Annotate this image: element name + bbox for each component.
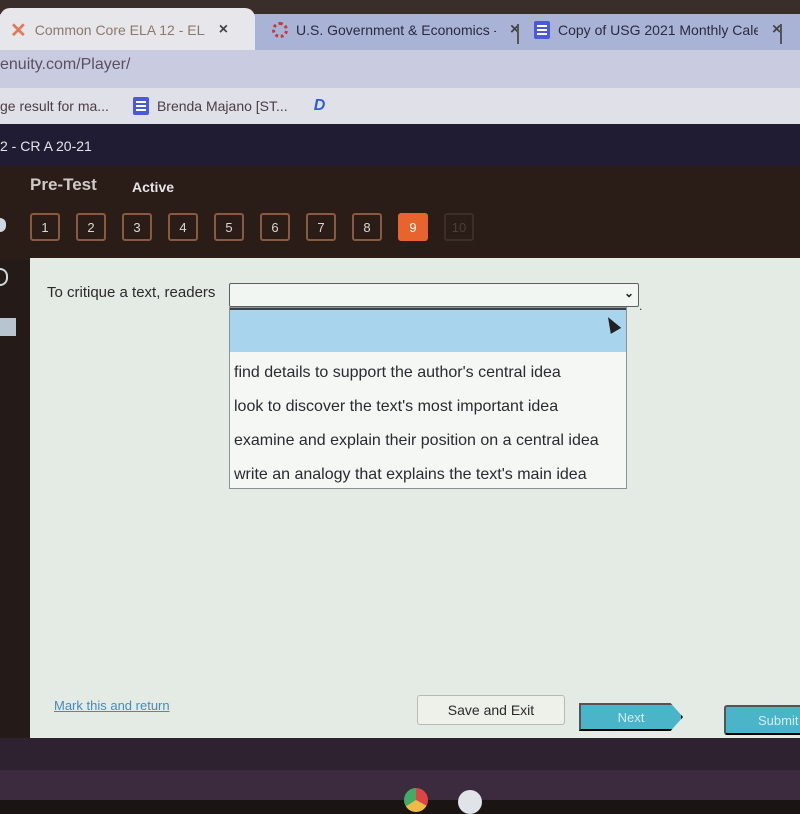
- tab-copy-of-usg[interactable]: Copy of USG 2021 Monthly Cale ×: [524, 10, 791, 50]
- url-text[interactable]: enuity.com/Player/: [0, 56, 130, 74]
- tab-title: Common Core ELA 12 - ELA3012: [34, 22, 205, 38]
- bookmark-label: Brenda Majano [ST...: [156, 98, 288, 114]
- question-button-8[interactable]: 8: [352, 213, 382, 241]
- bookmarks-bar: ge result for ma... Brenda Majano [ST...…: [0, 88, 800, 124]
- question-button-2[interactable]: 2: [76, 213, 106, 241]
- tab-common-core-ela[interactable]: ✕ Common Core ELA 12 - ELA3012 ×: [0, 8, 255, 52]
- question-button-3[interactable]: 3: [122, 213, 152, 241]
- question-button-6[interactable]: 6: [260, 213, 290, 241]
- screen: ✕ Common Core ELA 12 - ELA3012 × U.S. Go…: [0, 0, 800, 814]
- dropdown-option[interactable]: examine and explain their position on a …: [230, 424, 626, 458]
- dropdown-option[interactable]: find details to support the author's cen…: [230, 356, 626, 390]
- tab-separator: [780, 24, 782, 44]
- question-prompt: To critique a text, readers: [47, 284, 216, 301]
- edgenuity-x-icon: ✕: [10, 19, 27, 42]
- course-title: 2 - CR A 20-21: [0, 138, 92, 154]
- disney-plus-icon: D: [313, 97, 326, 114]
- dropdown-option[interactable]: write an analogy that explains the text'…: [230, 458, 626, 492]
- dropdown-option-blank[interactable]: [230, 308, 626, 352]
- submit-button[interactable]: Submit: [724, 705, 800, 735]
- course-header: [0, 124, 800, 166]
- ring-icon: [272, 22, 288, 38]
- status-label: Active: [132, 179, 175, 195]
- audio-icon[interactable]: [0, 268, 8, 286]
- save-and-exit-button[interactable]: Save and Exit: [417, 695, 565, 725]
- answer-dropdown-list: find details to support the author's cen…: [229, 307, 627, 489]
- chevron-down-icon[interactable]: ⌄: [624, 286, 634, 300]
- google-docs-icon: [534, 21, 550, 39]
- bookmark-brenda-majano[interactable]: Brenda Majano [ST...: [132, 97, 288, 115]
- bookmark-label: ge result for ma...: [0, 98, 109, 114]
- answer-select[interactable]: ⌄: [229, 283, 639, 307]
- question-navigator: 1 2 3 4 5 6 7 8 9 10: [30, 213, 474, 241]
- question-button-5[interactable]: 5: [214, 213, 244, 241]
- tab-title: U.S. Government & Economics - S: [296, 22, 496, 38]
- question-button-9[interactable]: 9: [398, 213, 428, 241]
- section-title: Pre-Test: [30, 175, 97, 194]
- question-button-10: 10: [444, 213, 474, 241]
- close-icon[interactable]: ×: [219, 21, 228, 39]
- question-button-4[interactable]: 4: [168, 213, 198, 241]
- sentence-period: .: [639, 299, 643, 313]
- dropdown-option[interactable]: look to discover the text's most importa…: [230, 390, 626, 424]
- question-button-7[interactable]: 7: [306, 213, 336, 241]
- bookmark-disney-plus[interactable]: D: [314, 97, 326, 115]
- google-docs-icon: [132, 97, 149, 115]
- mark-and-return-link[interactable]: Mark this and return: [54, 698, 170, 713]
- tab-us-government[interactable]: U.S. Government & Economics - S ×: [262, 10, 529, 50]
- play-store-app-icon[interactable]: [458, 790, 482, 814]
- tab-separator: [517, 24, 519, 44]
- next-button[interactable]: Next: [579, 703, 683, 731]
- tab-title: Copy of USG 2021 Monthly Cale: [558, 22, 758, 38]
- bookmark-image-result[interactable]: ge result for ma...: [0, 98, 109, 114]
- os-taskbar: [0, 770, 800, 800]
- question-button-1[interactable]: 1: [30, 213, 60, 241]
- chrome-app-icon[interactable]: [404, 788, 428, 812]
- dictionary-icon[interactable]: [0, 318, 16, 336]
